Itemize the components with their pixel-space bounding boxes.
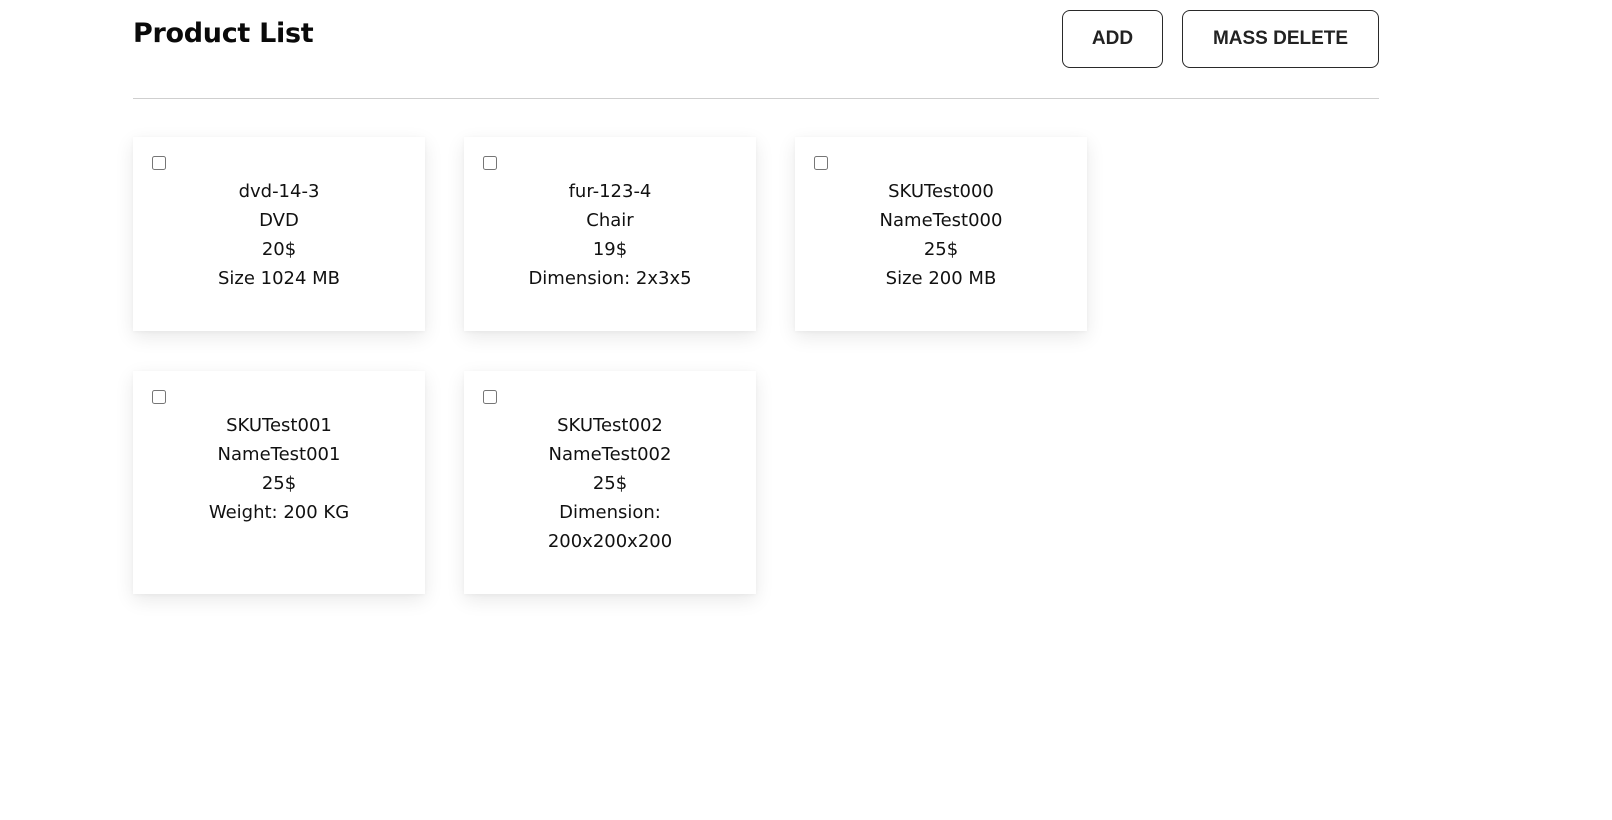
add-button[interactable]: ADD bbox=[1062, 10, 1163, 68]
product-sku: dvd-14-3 bbox=[238, 181, 320, 202]
product-price: 25$ bbox=[592, 473, 628, 494]
product-sku: SKUTest000 bbox=[888, 181, 994, 202]
product-name: Chair bbox=[586, 210, 634, 231]
product-price: 20$ bbox=[261, 239, 297, 260]
product-attribute: Size 200 MB bbox=[885, 268, 997, 289]
delete-checkbox[interactable] bbox=[152, 156, 166, 170]
product-attribute: Dimension: 200x200x200 bbox=[547, 502, 673, 552]
product-name: DVD bbox=[259, 210, 299, 231]
product-price: 25$ bbox=[923, 239, 959, 260]
product-name: NameTest001 bbox=[217, 444, 341, 465]
product-price: 25$ bbox=[261, 473, 297, 494]
product-price: 19$ bbox=[592, 239, 628, 260]
product-attribute: Weight: 200 KG bbox=[208, 502, 350, 523]
product-card: SKUTest001 NameTest001 25$ Weight: 200 K… bbox=[133, 371, 425, 594]
mass-delete-button[interactable]: MASS DELETE bbox=[1182, 10, 1379, 68]
product-name: NameTest000 bbox=[879, 210, 1003, 231]
delete-checkbox[interactable] bbox=[483, 390, 497, 404]
product-name: NameTest002 bbox=[548, 444, 672, 465]
product-card: SKUTest000 NameTest000 25$ Size 200 MB bbox=[795, 137, 1087, 331]
product-card: fur-123-4 Chair 19$ Dimension: 2x3x5 bbox=[464, 137, 756, 331]
product-sku: SKUTest002 bbox=[557, 415, 663, 436]
product-list-page: Product List ADD MASS DELETE dvd-14-3 DV… bbox=[0, 0, 1612, 820]
product-card: dvd-14-3 DVD 20$ Size 1024 MB bbox=[133, 137, 425, 331]
product-attribute: Size 1024 MB bbox=[217, 268, 341, 289]
delete-checkbox[interactable] bbox=[814, 156, 828, 170]
product-sku: fur-123-4 bbox=[568, 181, 652, 202]
product-card: SKUTest002 NameTest002 25$ Dimension: 20… bbox=[464, 371, 756, 594]
delete-checkbox[interactable] bbox=[152, 390, 166, 404]
page-title: Product List bbox=[133, 18, 314, 49]
page-header: Product List ADD MASS DELETE bbox=[133, 0, 1379, 99]
delete-checkbox[interactable] bbox=[483, 156, 497, 170]
product-sku: SKUTest001 bbox=[226, 415, 332, 436]
product-attribute: Dimension: 2x3x5 bbox=[528, 268, 692, 289]
